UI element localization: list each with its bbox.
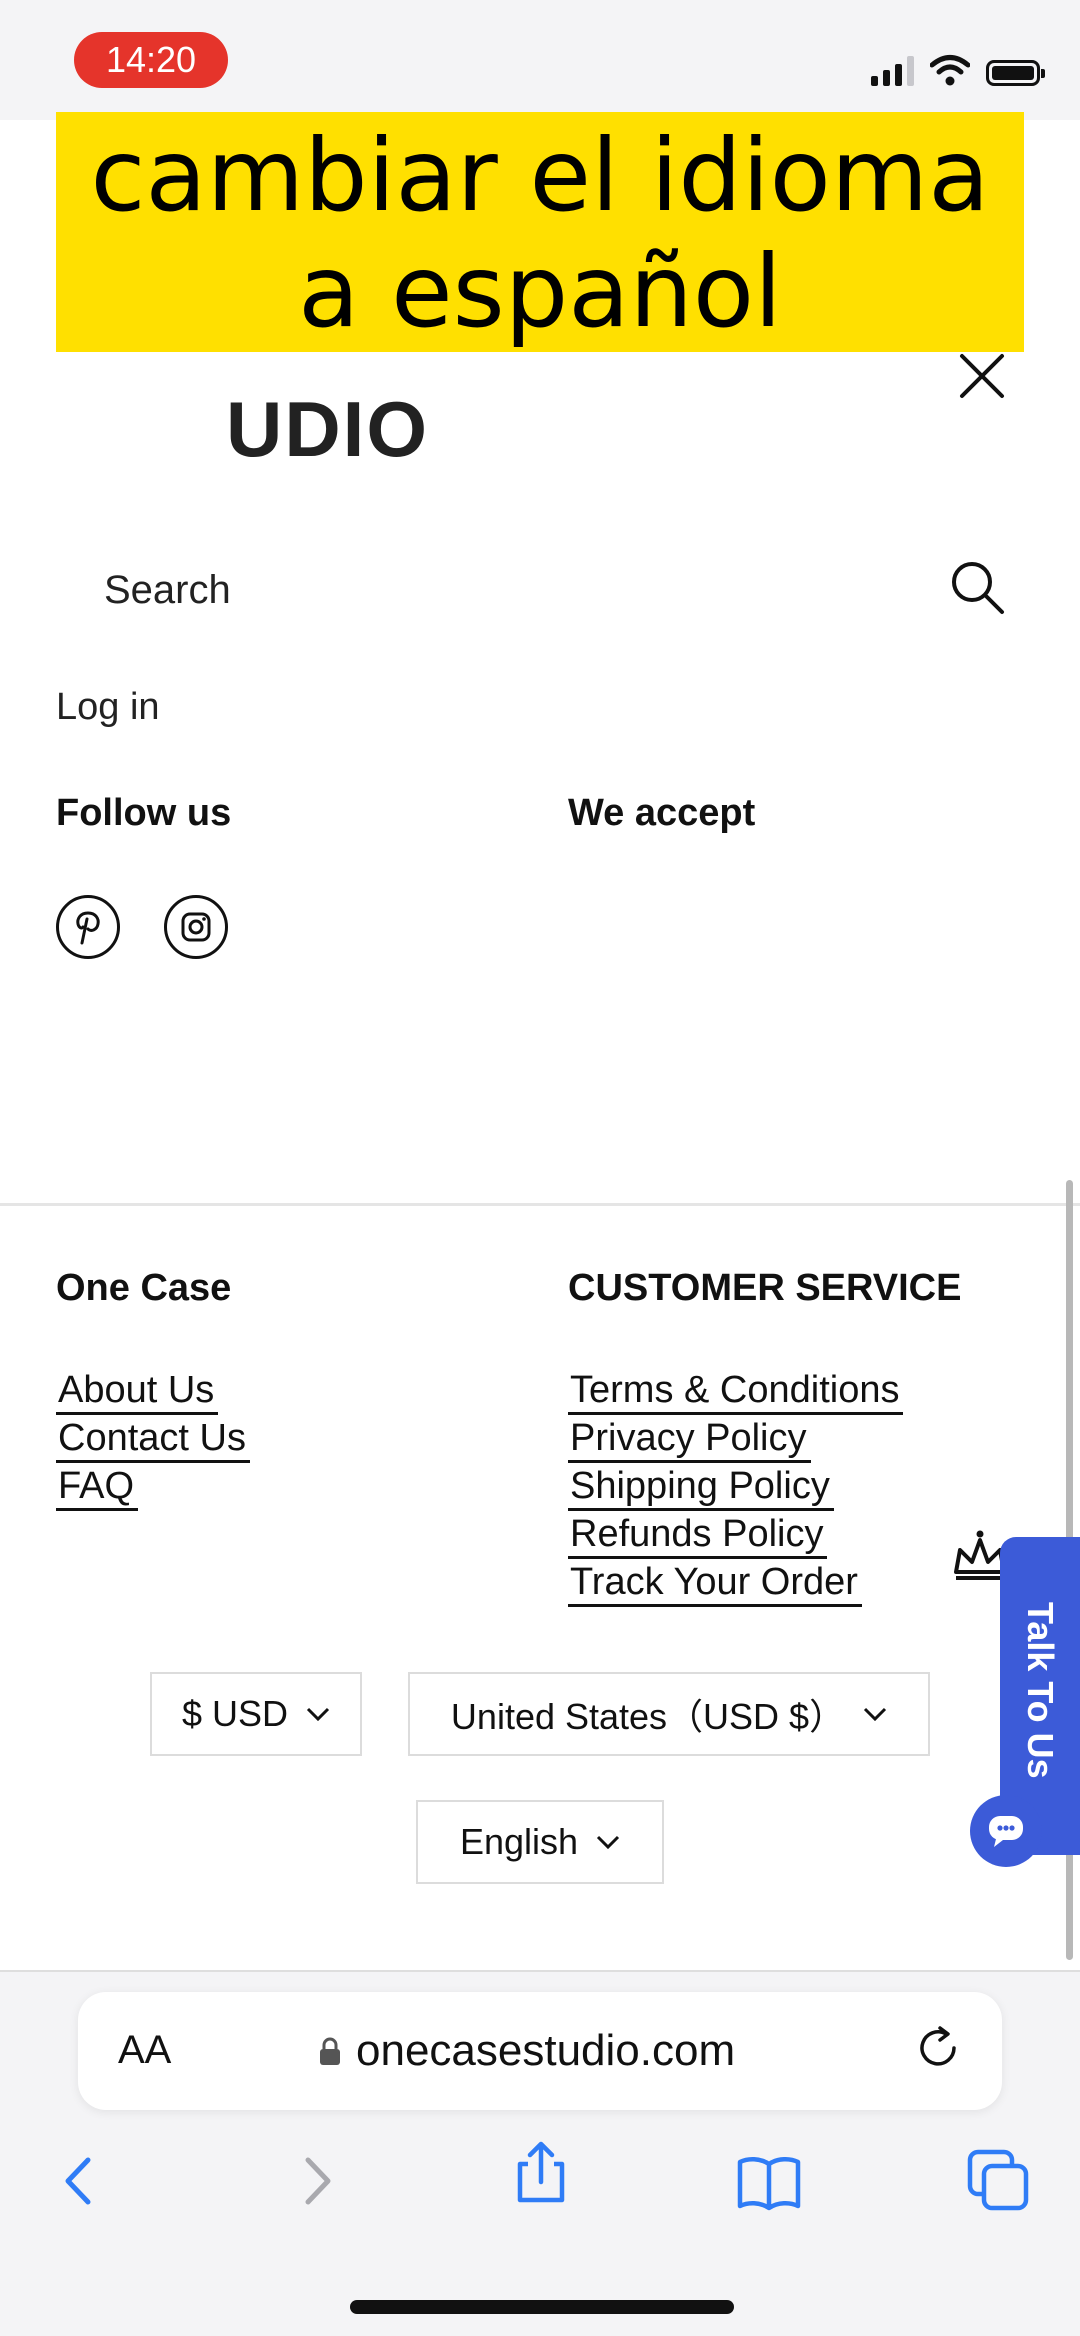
we-accept-heading: We accept xyxy=(568,792,756,834)
address-bar[interactable]: AA onecasestudio.com xyxy=(78,1992,1002,2110)
video-caption: cambiar el idioma a español xyxy=(56,112,1024,352)
link-terms-conditions[interactable]: Terms & Conditions xyxy=(568,1370,904,1415)
reload-icon[interactable] xyxy=(910,2020,966,2076)
currency-value: $ USD xyxy=(181,1693,289,1734)
country-value: United States（USD $） xyxy=(450,1696,846,1737)
caption-line-2: a español xyxy=(298,233,782,350)
talk-to-us-label[interactable]: Talk To Us xyxy=(1010,1560,1070,1820)
status-time: 14:20 xyxy=(74,32,228,88)
battery-icon xyxy=(986,60,1045,86)
url-text: onecasestudio.com xyxy=(356,2026,736,2075)
currency-select[interactable]: $ USD xyxy=(150,1672,362,1756)
country-select[interactable]: United States（USD $） xyxy=(408,1672,930,1756)
link-shipping-policy[interactable]: Shipping Policy xyxy=(568,1466,834,1511)
footer-links-customer-service: Terms & Conditions Privacy Policy Shippi… xyxy=(568,1370,904,1607)
text-size-button[interactable]: AA xyxy=(118,2028,171,2073)
search-icon[interactable] xyxy=(948,558,1006,616)
link-track-your-order[interactable]: Track Your Order xyxy=(568,1562,862,1607)
chevron-down-icon xyxy=(864,1707,887,1721)
language-select[interactable]: English xyxy=(416,1800,664,1884)
search-placeholder: Search xyxy=(104,568,231,612)
link-contact-us[interactable]: Contact Us xyxy=(56,1418,250,1463)
chevron-down-icon xyxy=(306,1707,330,1721)
link-refunds-policy[interactable]: Refunds Policy xyxy=(568,1514,828,1559)
instagram-icon[interactable] xyxy=(164,895,228,959)
url-display[interactable]: onecasestudio.com xyxy=(318,2026,735,2076)
tabs-icon[interactable] xyxy=(966,2148,1032,2214)
pinterest-icon[interactable] xyxy=(56,895,120,959)
back-icon[interactable] xyxy=(48,2148,114,2214)
chevron-down-icon xyxy=(596,1835,620,1849)
share-icon[interactable] xyxy=(508,2140,574,2206)
forward-icon[interactable] xyxy=(282,2148,348,2214)
link-privacy-policy[interactable]: Privacy Policy xyxy=(568,1418,811,1463)
footer-links-one-case: About Us Contact Us FAQ xyxy=(56,1370,250,1511)
footer-heading-customer-service: CUSTOMER SERVICE xyxy=(568,1267,962,1309)
cellular-signal-icon xyxy=(871,56,914,86)
link-about-us[interactable]: About Us xyxy=(56,1370,219,1415)
follow-us-heading: Follow us xyxy=(56,792,232,834)
footer-heading-one-case: One Case xyxy=(56,1267,232,1309)
home-indicator xyxy=(350,2300,734,2314)
store-logo[interactable]: UDIO xyxy=(226,384,429,475)
footer-divider xyxy=(0,1203,1080,1206)
wifi-icon xyxy=(930,55,970,86)
login-link[interactable]: Log in xyxy=(56,686,160,729)
search-field[interactable]: Search xyxy=(56,540,1024,640)
chat-bubble-icon[interactable] xyxy=(970,1795,1042,1867)
link-faq[interactable]: FAQ xyxy=(56,1466,139,1511)
lock-icon xyxy=(320,2037,340,2065)
bookmarks-icon[interactable] xyxy=(736,2150,802,2216)
close-menu-icon[interactable] xyxy=(956,350,1008,402)
caption-line-1: cambiar el idioma xyxy=(90,117,990,234)
language-value: English xyxy=(459,1821,579,1862)
status-icons xyxy=(871,46,1045,86)
